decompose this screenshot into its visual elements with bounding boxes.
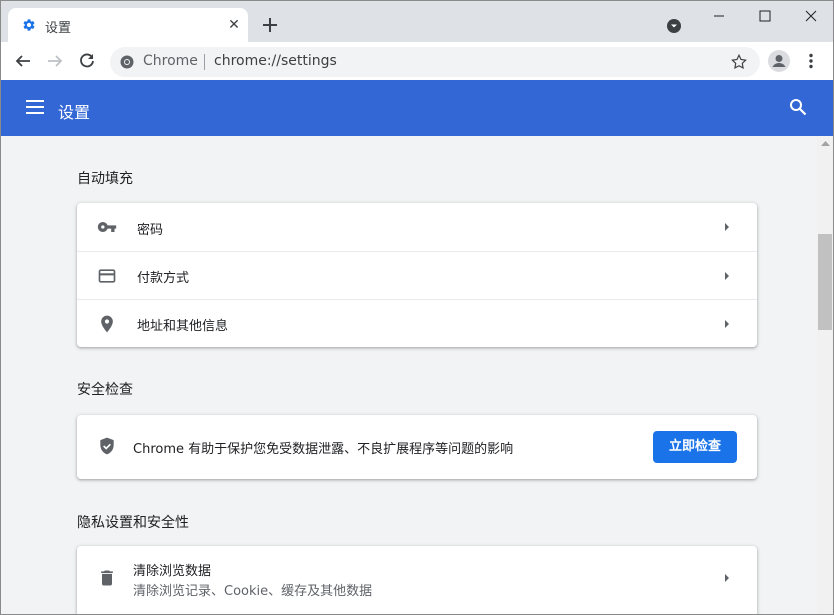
- browser-toolbar: Chrome chrome://settings: [0, 42, 834, 80]
- url-text[interactable]: chrome://settings: [214, 53, 337, 69]
- section-title-privacy: 隐私设置和安全性: [77, 515, 189, 531]
- section-title-autofill: 自动填充: [77, 171, 133, 187]
- back-arrow-icon[interactable]: [13, 51, 33, 71]
- list-item-addresses[interactable]: 地址和其他信息: [77, 299, 757, 347]
- gear-icon: [23, 19, 35, 31]
- window-close-icon[interactable]: [796, 6, 826, 26]
- autofill-card: 密码 付款方式 地址和其他信息: [77, 203, 757, 347]
- check-now-button[interactable]: 立即检查: [653, 431, 737, 463]
- list-item-clear-browsing-data[interactable]: 清除浏览数据 清除浏览记录、Cookie、缓存及其他数据: [77, 546, 757, 610]
- credit-card-icon: [98, 269, 116, 283]
- trash-icon: [101, 570, 113, 586]
- row-label: 付款方式: [137, 271, 190, 286]
- safety-check-card: Chrome 有助于保护您免受数据泄露、不良扩展程序等问题的影响 立即检查: [77, 415, 757, 479]
- scroll-thumb[interactable]: [818, 234, 832, 330]
- shield-icon: [100, 437, 114, 455]
- omnibox-separator: [204, 54, 205, 70]
- scroll-up-icon[interactable]: [821, 140, 830, 146]
- arrow-right-icon: [725, 574, 729, 582]
- reload-icon[interactable]: [77, 51, 97, 71]
- menu-icon[interactable]: [26, 100, 44, 114]
- arrow-right-icon: [725, 223, 729, 231]
- address-bar[interactable]: Chrome chrome://settings: [110, 47, 760, 77]
- close-icon[interactable]: ✕: [226, 17, 242, 33]
- row-sublabel: 清除浏览记录、Cookie、缓存及其他数据: [133, 584, 373, 599]
- list-item-passwords[interactable]: 密码: [77, 203, 757, 251]
- row-label: 密码: [137, 223, 164, 238]
- location-pin-icon: [101, 315, 113, 333]
- forward-arrow-icon[interactable]: [45, 51, 65, 71]
- search-icon[interactable]: [789, 98, 807, 116]
- settings-content: 自动填充 密码 付款方式 地址和其他信息 安全检查 Chrome 有助于保护您免…: [0, 136, 817, 615]
- tab-search-icon[interactable]: [666, 18, 682, 34]
- site-name: Chrome: [143, 53, 198, 69]
- avatar[interactable]: [768, 50, 790, 72]
- section-title-safety-check: 安全检查: [77, 382, 133, 398]
- tab-settings[interactable]: 设置 ✕: [8, 8, 248, 42]
- tab-title: 设置: [45, 21, 72, 36]
- list-item-payment[interactable]: 付款方式: [77, 251, 757, 299]
- scrollbar[interactable]: [817, 136, 834, 615]
- safety-check-description: Chrome 有助于保护您免受数据泄露、不良扩展程序等问题的影响: [133, 442, 514, 457]
- maximize-icon[interactable]: [750, 6, 780, 26]
- key-icon: [97, 222, 117, 232]
- tab-strip: 设置 ✕: [0, 0, 834, 42]
- more-vert-icon[interactable]: [802, 52, 820, 70]
- minimize-icon[interactable]: [704, 6, 734, 26]
- arrow-right-icon: [725, 320, 729, 328]
- page-title: 设置: [58, 103, 91, 122]
- new-tab-icon[interactable]: [260, 15, 280, 35]
- row-label: 清除浏览数据: [133, 564, 212, 579]
- arrow-right-icon: [725, 272, 729, 280]
- person-icon: [772, 55, 786, 67]
- bookmark-star-icon[interactable]: [730, 53, 748, 71]
- privacy-card: 清除浏览数据 清除浏览记录、Cookie、缓存及其他数据: [77, 546, 757, 615]
- chrome-logo-icon: [120, 55, 134, 69]
- settings-header: 设置: [0, 80, 834, 136]
- row-label: 地址和其他信息: [137, 319, 229, 334]
